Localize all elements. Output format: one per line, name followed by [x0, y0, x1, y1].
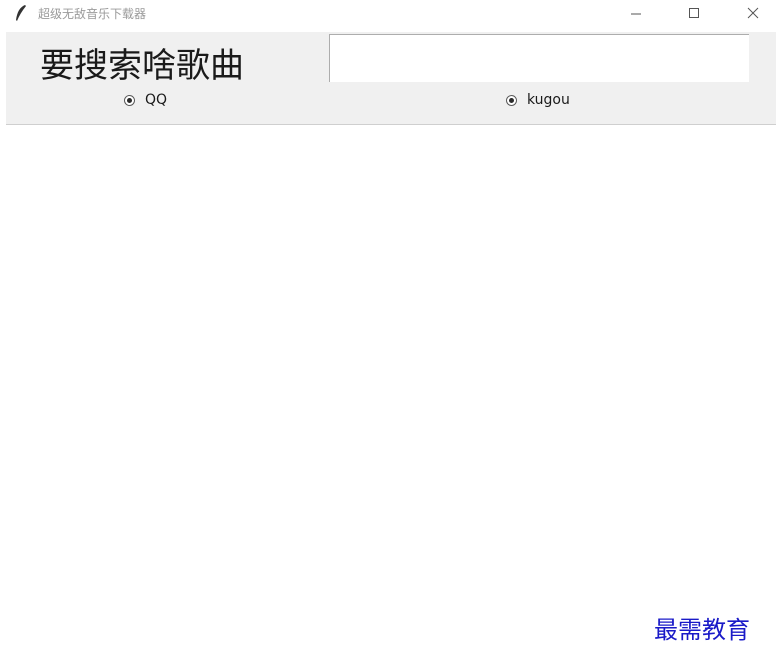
search-label: 要搜索啥歌曲 [40, 46, 244, 86]
maximize-icon [689, 8, 699, 18]
window-title: 超级无敌音乐下载器 [38, 7, 147, 21]
minimize-icon [631, 13, 641, 15]
source-radio-qq[interactable]: QQ [124, 92, 167, 108]
maximize-button[interactable] [671, 0, 717, 26]
radio-selected-icon[interactable] [124, 94, 135, 106]
minimize-button[interactable] [613, 0, 659, 26]
search-panel: 要搜索啥歌曲 QQ kugou [6, 32, 776, 125]
search-input[interactable] [329, 34, 749, 82]
source-label-kugou: kugou [527, 92, 570, 108]
radio-selected-icon[interactable] [506, 94, 517, 106]
watermark: 最需教育 [654, 616, 750, 644]
source-label-qq: QQ [145, 92, 168, 108]
close-icon [747, 7, 759, 19]
close-button[interactable] [730, 0, 776, 26]
title-bar: 超级无敌音乐下载器 [0, 0, 776, 26]
source-radio-kugou[interactable]: kugou [506, 92, 570, 108]
feather-icon [16, 5, 26, 21]
